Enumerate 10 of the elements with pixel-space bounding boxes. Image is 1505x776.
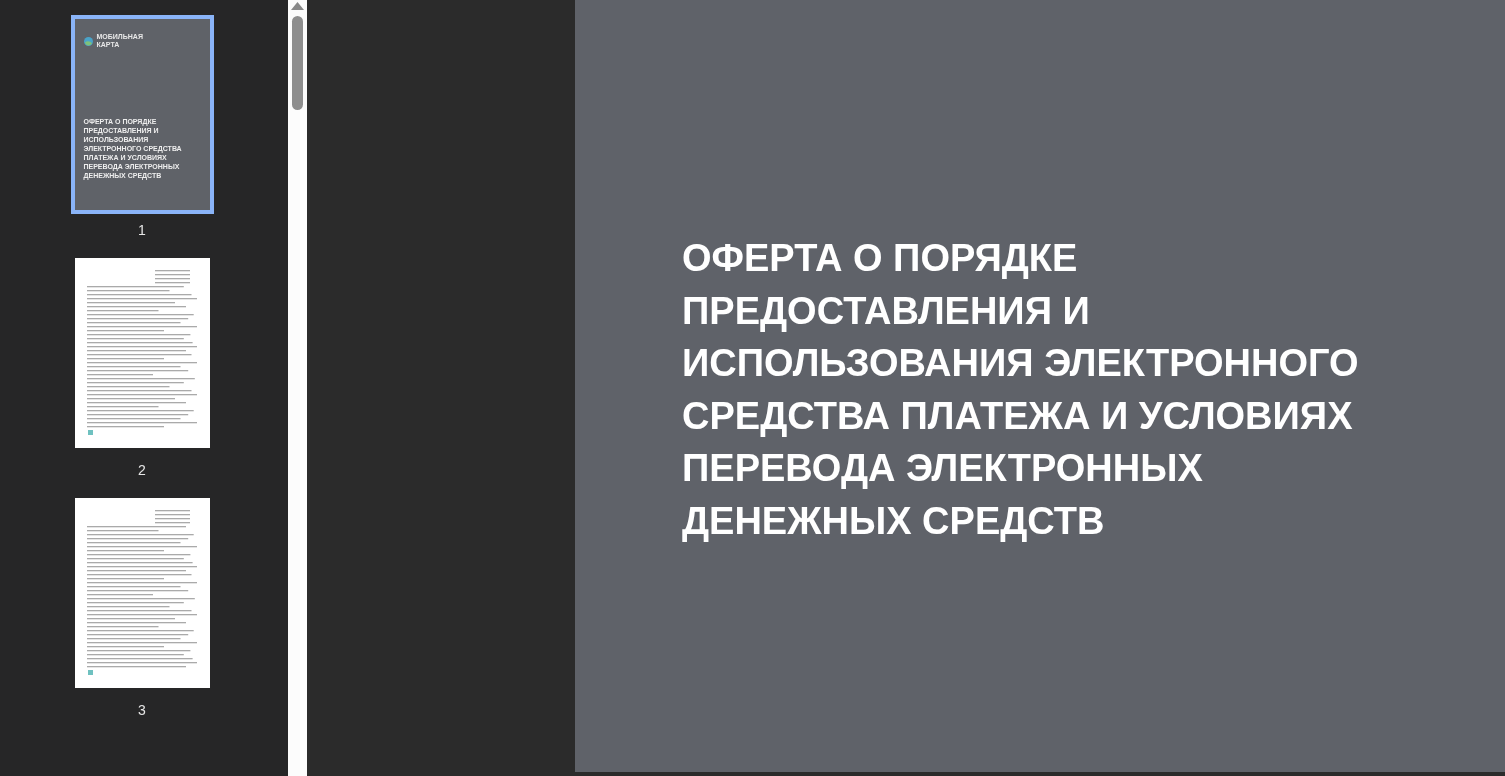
page-number: 3 <box>138 702 146 718</box>
logo-icon <box>83 36 93 46</box>
scrollbar[interactable] <box>288 0 307 776</box>
document-title: ОФЕРТА О ПОРЯДКЕ ПРЕДОСТАВЛЕНИЯ И ИСПОЛЬЗОВАНИЯ ЭЛЕКТРОННОГО СРЕДСТВА ПЛАТЕЖА И УСЛОВИЯХ ПЕРЕВОДА ЭЛЕКТРОННЫХ ДЕНЕЖНЫХ СРЕДСТВ <box>682 236 1360 544</box>
page-number: 2 <box>138 462 146 478</box>
scroll-up-arrow-icon[interactable] <box>291 2 304 10</box>
page-thumbnail[interactable] <box>74 498 210 688</box>
page-thumbnail[interactable] <box>74 258 210 448</box>
scrollbar-thumb[interactable] <box>292 16 303 110</box>
page-number: 1 <box>138 222 146 238</box>
